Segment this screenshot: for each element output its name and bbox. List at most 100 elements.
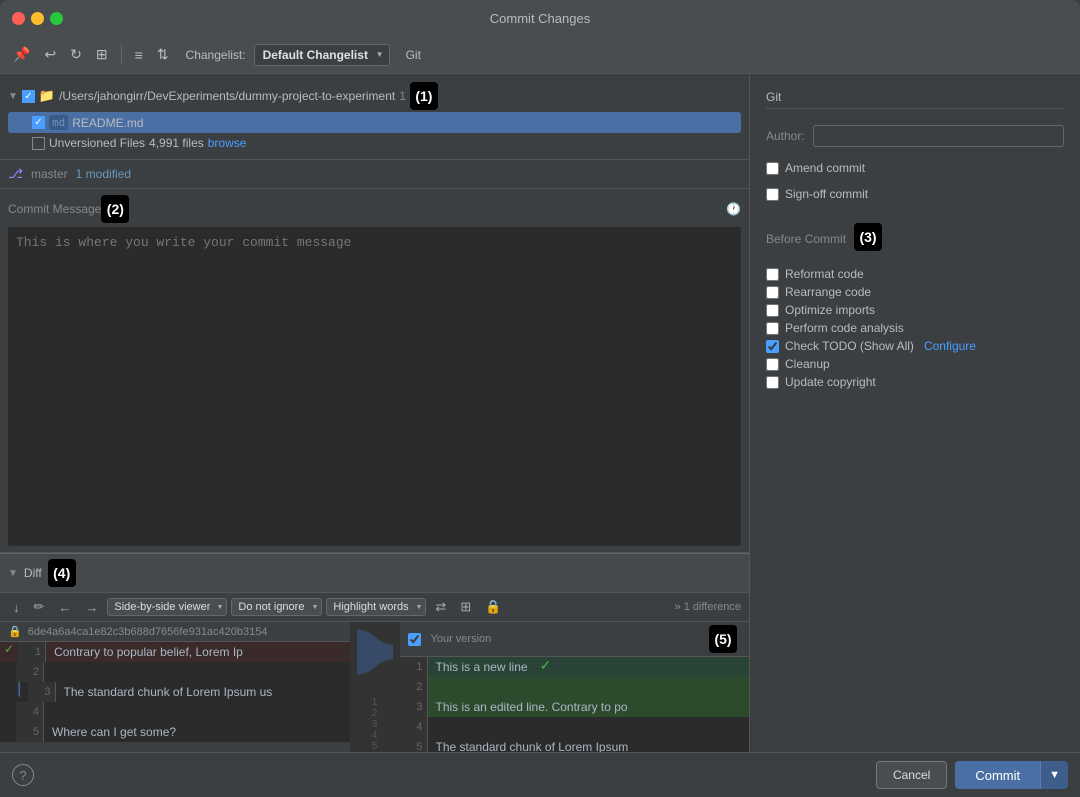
right-git-tab[interactable]: Git bbox=[766, 86, 1064, 109]
optimize-checkbox[interactable] bbox=[766, 304, 779, 317]
label-3-badge: (3) bbox=[854, 223, 882, 251]
left-line-num-2: 2 bbox=[16, 662, 44, 682]
signoff-commit-checkbox[interactable] bbox=[766, 188, 779, 201]
right-line-2: 2 bbox=[400, 677, 750, 697]
help-button[interactable]: ? bbox=[12, 764, 34, 786]
unversioned-label: Unversioned Files bbox=[49, 136, 145, 150]
diff-edit-button[interactable]: ✏ bbox=[29, 597, 50, 617]
signoff-commit-row: Sign-off commit bbox=[766, 185, 1064, 203]
before-commit-options: Reformat code Rearrange code Optimize impo… bbox=[766, 265, 1064, 391]
commit-dropdown-arrow[interactable]: ▼ bbox=[1040, 761, 1068, 789]
readme-checkbox[interactable]: ✓ bbox=[32, 116, 45, 129]
diff-lock-button[interactable]: 🔒 bbox=[480, 597, 506, 617]
left-line-4: 4 bbox=[0, 702, 350, 722]
file-tree: ▼ ✓ 📁 /Users/jahongirr/DevExperiments/du… bbox=[0, 74, 749, 160]
diff-left-panel: 🔒 6de4a6a4ca1e82c3b688d7656fe931ac420b31… bbox=[0, 622, 350, 752]
diff-split-button[interactable]: ⇄ bbox=[430, 597, 451, 617]
diff-down-button[interactable]: ↓ bbox=[8, 598, 25, 617]
branch-icon: ⎇ bbox=[8, 166, 23, 182]
close-button[interactable] bbox=[12, 12, 25, 25]
optimize-label[interactable]: Optimize imports bbox=[785, 303, 875, 317]
unversioned-row: Unversioned Files 4,991 files browse bbox=[8, 133, 741, 153]
rearrange-label[interactable]: Rearrange code bbox=[785, 285, 871, 299]
signoff-commit-label[interactable]: Sign-off commit bbox=[785, 187, 868, 201]
right-line-5: 5The standard chunk of Lorem Ipsum bbox=[400, 737, 750, 752]
right-line-content-3: This is an edited line. Contrary to po bbox=[428, 697, 636, 717]
left-line-num-5: 5 bbox=[16, 722, 44, 742]
window: Commit Changes 📌 ↩ ↻ ⊞ ≡ ⇅ Changelist: D… bbox=[0, 0, 1080, 797]
md-badge: md bbox=[49, 115, 68, 130]
side-by-side-wrapper: Side-by-side viewer bbox=[107, 598, 227, 616]
maximize-button[interactable] bbox=[50, 12, 63, 25]
configure-link[interactable]: Configure bbox=[924, 339, 976, 353]
browse-link[interactable]: browse bbox=[208, 136, 247, 150]
undo-button[interactable]: ↩ bbox=[39, 43, 61, 66]
left-file-hash: 6de4a6a4ca1e82c3b688d7656fe931ac420b3154 bbox=[28, 626, 268, 638]
expand-arrow-icon[interactable]: ▼ bbox=[8, 91, 18, 102]
cancel-button[interactable]: Cancel bbox=[876, 761, 947, 789]
option-row-cleanup: Cleanup bbox=[766, 355, 1064, 373]
diff-expand-icon[interactable]: ▼ bbox=[8, 568, 18, 579]
copyright-label[interactable]: Update copyright bbox=[785, 375, 876, 389]
todo-checkbox[interactable] bbox=[766, 340, 779, 353]
right-line-content-4 bbox=[428, 717, 444, 737]
commit-message-header: Commit Message (2) 🕐 bbox=[8, 195, 741, 223]
modified-count: 1 modified bbox=[76, 167, 131, 181]
left-line-content-2 bbox=[44, 662, 60, 682]
title-bar: Commit Changes bbox=[0, 0, 1080, 36]
left-line-2: 2 bbox=[0, 662, 350, 682]
right-line-content-2 bbox=[428, 677, 444, 697]
minimize-button[interactable] bbox=[31, 12, 44, 25]
git-tab[interactable]: Git bbox=[406, 48, 421, 62]
readme-row[interactable]: ✓ md README.md bbox=[8, 112, 741, 133]
highlight-dropdown[interactable]: Highlight words bbox=[326, 598, 426, 616]
changelist-dropdown[interactable]: Default Changelist bbox=[254, 44, 390, 66]
left-line-1: ✓1Contrary to popular belief, Lorem Ip bbox=[0, 642, 350, 662]
reformat-checkbox[interactable] bbox=[766, 268, 779, 281]
diff-right-button[interactable]: → bbox=[80, 598, 103, 617]
diff-right-header: Your version (5) bbox=[400, 622, 750, 657]
commit-button[interactable]: Commit bbox=[955, 761, 1040, 789]
diff-columns-button[interactable]: ⊞ bbox=[455, 597, 476, 617]
history-icon[interactable]: 🕐 bbox=[726, 202, 741, 216]
label-2-badge: (2) bbox=[101, 195, 129, 223]
analysis-checkbox[interactable] bbox=[766, 322, 779, 335]
right-line-num-1: 1 bbox=[400, 657, 428, 677]
rearrange-checkbox[interactable] bbox=[766, 286, 779, 299]
author-input[interactable] bbox=[813, 125, 1064, 147]
root-count: 1 bbox=[399, 89, 406, 103]
ignore-dropdown[interactable]: Do not ignore bbox=[231, 598, 322, 616]
amend-commit-label[interactable]: Amend commit bbox=[785, 161, 865, 175]
expand-button[interactable]: ≡ bbox=[130, 44, 148, 66]
copyright-checkbox[interactable] bbox=[766, 376, 779, 389]
cleanup-checkbox[interactable] bbox=[766, 358, 779, 371]
author-label: Author: bbox=[766, 129, 805, 143]
side-by-side-dropdown[interactable]: Side-by-side viewer bbox=[107, 598, 227, 616]
reformat-label[interactable]: Reformat code bbox=[785, 267, 864, 281]
analysis-label[interactable]: Perform code analysis bbox=[785, 321, 904, 335]
unversioned-checkbox[interactable] bbox=[32, 137, 45, 150]
title-bar-buttons bbox=[12, 12, 63, 25]
todo-label[interactable]: Check TODO (Show All) bbox=[785, 339, 914, 353]
separator bbox=[121, 45, 122, 65]
option-row-analysis: Perform code analysis bbox=[766, 319, 1064, 337]
root-checkbox[interactable]: ✓ bbox=[22, 90, 35, 103]
label-4-badge: (4) bbox=[48, 559, 76, 587]
branch-name: master bbox=[31, 167, 68, 181]
left-line-3: │3The standard chunk of Lorem Ipsum us bbox=[0, 682, 350, 702]
collapse-button[interactable]: ⇅ bbox=[152, 43, 174, 66]
refresh-button[interactable]: ↻ bbox=[65, 43, 87, 66]
right-header-checkbox[interactable] bbox=[408, 633, 421, 646]
amend-commit-checkbox[interactable] bbox=[766, 162, 779, 175]
cleanup-label[interactable]: Cleanup bbox=[785, 357, 830, 371]
right-line-3: 3This is an edited line. Contrary to po bbox=[400, 697, 750, 717]
diff-left-button[interactable]: ← bbox=[53, 598, 76, 617]
pin-button[interactable]: 📌 bbox=[8, 43, 35, 66]
left-line-indicator: ✓ bbox=[0, 642, 14, 662]
left-panel: ▼ ✓ 📁 /Users/jahongirr/DevExperiments/du… bbox=[0, 74, 750, 752]
right-line-content-1: This is a new line bbox=[428, 657, 536, 677]
label-5-badge: (5) bbox=[709, 625, 737, 653]
commit-message-input[interactable] bbox=[8, 227, 741, 546]
group-button[interactable]: ⊞ bbox=[91, 43, 113, 66]
commit-button-group: Commit ▼ bbox=[955, 761, 1068, 789]
